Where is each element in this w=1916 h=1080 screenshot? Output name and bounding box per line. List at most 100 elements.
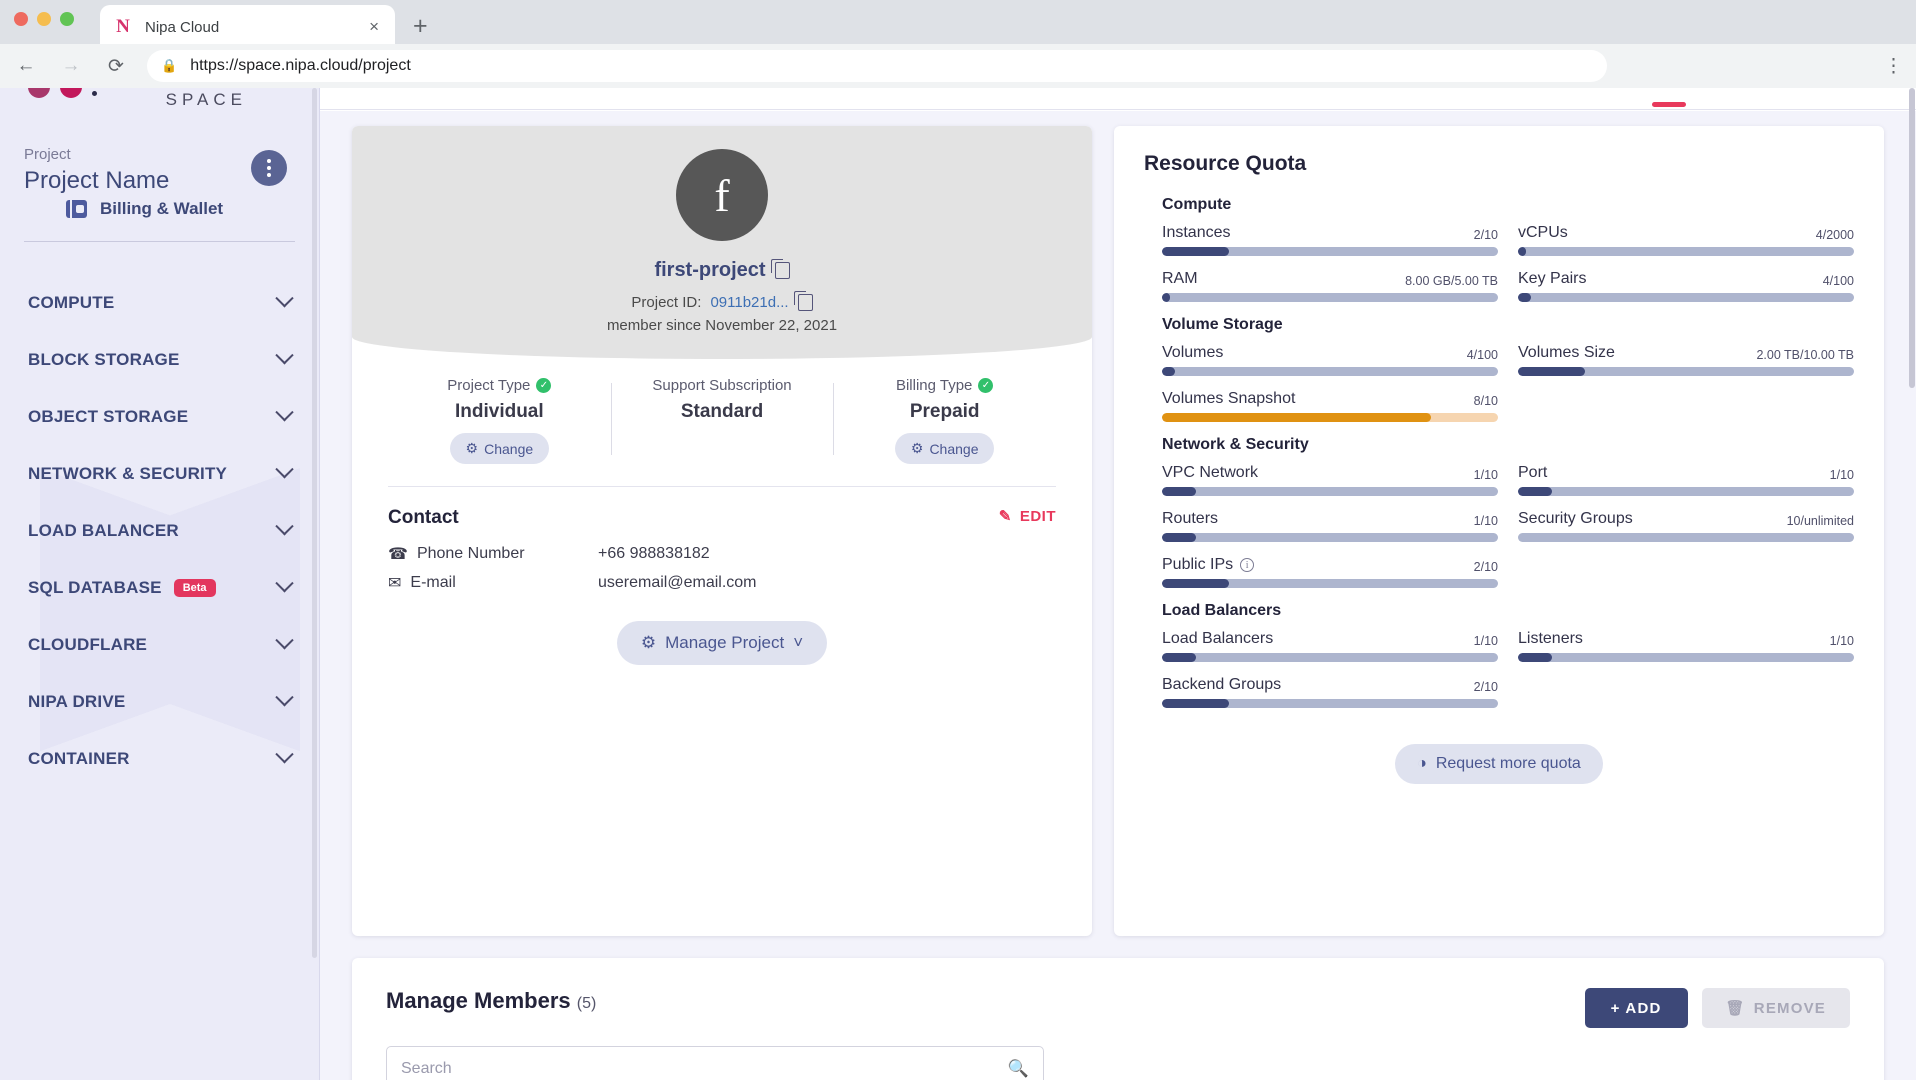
- sidebar-item-block-storage[interactable]: BLOCK STORAGE: [0, 331, 319, 388]
- quota-item-value: 2/10: [1474, 680, 1498, 694]
- project-attribute-column: Billing Type✓Prepaid⚙Change: [833, 377, 1056, 470]
- quota-grid: VPC Network1/10Port1/10Routers1/10Securi…: [1162, 464, 1854, 602]
- quota-item: Routers1/10: [1162, 510, 1498, 542]
- quota-item: Listeners1/10: [1518, 630, 1854, 662]
- quota-item-head: Security Groups10/unlimited: [1518, 510, 1854, 528]
- sidebar-item-nipa-drive[interactable]: NIPA DRIVE: [0, 673, 319, 730]
- new-tab-button[interactable]: +: [413, 14, 428, 39]
- sidebar-item-label: OBJECT STORAGE: [28, 407, 188, 427]
- quota-item-head: Volumes Snapshot8/10: [1162, 390, 1498, 408]
- sidebar-item-sql-database[interactable]: SQL DATABASE Beta: [0, 559, 319, 616]
- sidebar-item-network-security[interactable]: NETWORK & SECURITY: [0, 445, 319, 502]
- sidebar-item-label: Billing & Wallet: [100, 199, 223, 219]
- sidebar-item-cloudflare[interactable]: CLOUDFLARE: [0, 616, 319, 673]
- copy-project-name-icon[interactable]: [775, 262, 790, 279]
- quota-progress-fill: [1162, 653, 1196, 662]
- members-search-box[interactable]: 🔍: [386, 1046, 1044, 1080]
- copy-project-id-icon[interactable]: [798, 294, 813, 311]
- close-window-button[interactable]: [14, 12, 28, 26]
- brand-logo[interactable]: SPACE: [0, 88, 319, 120]
- gear-icon: ⚙: [911, 440, 924, 457]
- sidebar-item-label: COMPUTE: [28, 293, 114, 313]
- quota-item-value: 1/10: [1830, 468, 1854, 482]
- quota-grid: Instances2/10 vCPUs4/2000 RAM8.00 GB/5.00 …: [1162, 224, 1854, 316]
- quota-item-name: Security Groups: [1518, 510, 1633, 528]
- sidebar-item-label: SQL DATABASE: [28, 578, 162, 598]
- sidebar-item-label: LOAD BALANCER: [28, 521, 179, 541]
- quota-progress-fill: [1162, 247, 1229, 256]
- remove-member-button[interactable]: 🗑 REMOVE: [1702, 988, 1850, 1028]
- project-attribute-column: Support SubscriptionStandard: [611, 377, 834, 470]
- browser-tab[interactable]: N Nipa Cloud ×: [100, 5, 395, 49]
- quota-item-name: Volumes: [1162, 344, 1223, 362]
- sidebar-scrollbar[interactable]: [312, 88, 317, 958]
- contact-section: Contact ✎ EDIT ☎Phone Number+66 98883818…: [352, 487, 1092, 665]
- verified-check-icon: ✓: [978, 378, 993, 393]
- contact-key-label: E-mail: [410, 574, 455, 592]
- add-member-button[interactable]: + ADD: [1585, 988, 1688, 1028]
- quota-progress-track: [1162, 487, 1498, 496]
- page-scrollbar[interactable]: [1908, 88, 1916, 1080]
- edit-contact-button[interactable]: ✎ EDIT: [999, 507, 1056, 525]
- contact-row: ✉E-mailuseremail@email.com: [388, 573, 1056, 593]
- quota-item-name: Listeners: [1518, 630, 1583, 648]
- quota-item-value: 4/2000: [1816, 228, 1854, 242]
- back-icon[interactable]: ←: [7, 47, 45, 85]
- manage-members-card: Manage Members (5) + ADD 🗑 REMOVE 🔍: [352, 958, 1884, 1080]
- contact-list: ☎Phone Number+66 988838182✉E-mailuserema…: [388, 544, 1056, 593]
- gear-icon: ⚙: [641, 633, 656, 653]
- quota-progress-track: [1518, 247, 1854, 256]
- quota-item: RAM8.00 GB/5.00 TB: [1162, 270, 1498, 302]
- app-viewport: SPACE Project Project Name Billing & Wal…: [0, 88, 1916, 1080]
- search-input[interactable]: [401, 1060, 1008, 1078]
- quota-progress-fill: [1518, 653, 1552, 662]
- quota-item: Key Pairs4/100: [1518, 270, 1854, 302]
- quota-item-head: Load Balancers1/10: [1162, 630, 1498, 648]
- quota-item-head: vCPUs4/2000: [1518, 224, 1854, 242]
- verified-check-icon: ✓: [536, 378, 551, 393]
- quota-item-label: Instances: [1162, 224, 1230, 242]
- quota-item-head: Volumes Size2.00 TB/10.00 TB: [1518, 344, 1854, 362]
- attribute-head: Support Subscription: [611, 377, 834, 394]
- quota-item: Volumes Snapshot8/10: [1162, 390, 1498, 422]
- search-icon[interactable]: 🔍: [1008, 1059, 1029, 1079]
- quota-groups: ComputeInstances2/10vCPUs4/2000RAM8.00 G…: [1144, 196, 1854, 722]
- maximize-window-button[interactable]: [60, 12, 74, 26]
- sidebar-item-container[interactable]: CONTAINER: [0, 730, 319, 787]
- quota-item-head: Volumes4/100: [1162, 344, 1498, 362]
- project-options-kebab-icon[interactable]: [251, 150, 287, 186]
- nipa-logo-marks-icon: [28, 88, 97, 98]
- change-button[interactable]: ⚙Change: [450, 433, 550, 464]
- reload-icon[interactable]: ⟳: [97, 47, 135, 85]
- active-tab-indicator: [1652, 102, 1686, 107]
- quota-item-label: Security Groups: [1518, 510, 1633, 528]
- manage-project-button[interactable]: ⚙ Manage Project ˅: [617, 621, 827, 665]
- quota-item-head: Port1/10: [1518, 464, 1854, 482]
- minimize-window-button[interactable]: [37, 12, 51, 26]
- quota-grid: Volumes4/100 Volumes Size2.00 TB/10.00 TB…: [1162, 344, 1854, 436]
- quota-item-head: Instances2/10: [1162, 224, 1498, 242]
- quota-progress-fill: [1162, 533, 1196, 542]
- request-more-quota-button[interactable]: ◑ Request more quota: [1395, 744, 1603, 784]
- chevron-down-icon: [275, 460, 293, 478]
- change-button[interactable]: ⚙Change: [895, 433, 995, 464]
- quota-item-head: Routers1/10: [1162, 510, 1498, 528]
- resource-quota-title: Resource Quota: [1144, 152, 1854, 176]
- quota-progress-fill: [1162, 367, 1175, 376]
- quota-progress-fill: [1518, 293, 1531, 302]
- sidebar-item-load-balancer[interactable]: LOAD BALANCER: [0, 502, 319, 559]
- sidebar-item-compute[interactable]: COMPUTE: [0, 274, 319, 331]
- quota-item: vCPUs4/2000: [1518, 224, 1854, 256]
- members-count: (5): [577, 995, 597, 1012]
- sidebar-item-billing-wallet[interactable]: Billing & Wallet: [24, 195, 295, 219]
- browser-menu-icon[interactable]: ⋮: [1884, 57, 1903, 76]
- beta-badge: Beta: [174, 579, 216, 597]
- info-icon[interactable]: i: [1240, 558, 1254, 572]
- address-bar[interactable]: 🔒 https://space.nipa.cloud/project: [147, 50, 1607, 82]
- close-tab-icon[interactable]: ×: [365, 17, 383, 37]
- add-label: ADD: [1625, 1000, 1661, 1017]
- forward-icon[interactable]: →: [52, 47, 90, 85]
- page-scrollbar-thumb[interactable]: [1909, 88, 1915, 388]
- sidebar-item-object-storage[interactable]: OBJECT STORAGE: [0, 388, 319, 445]
- quota-progress-track: [1162, 247, 1498, 256]
